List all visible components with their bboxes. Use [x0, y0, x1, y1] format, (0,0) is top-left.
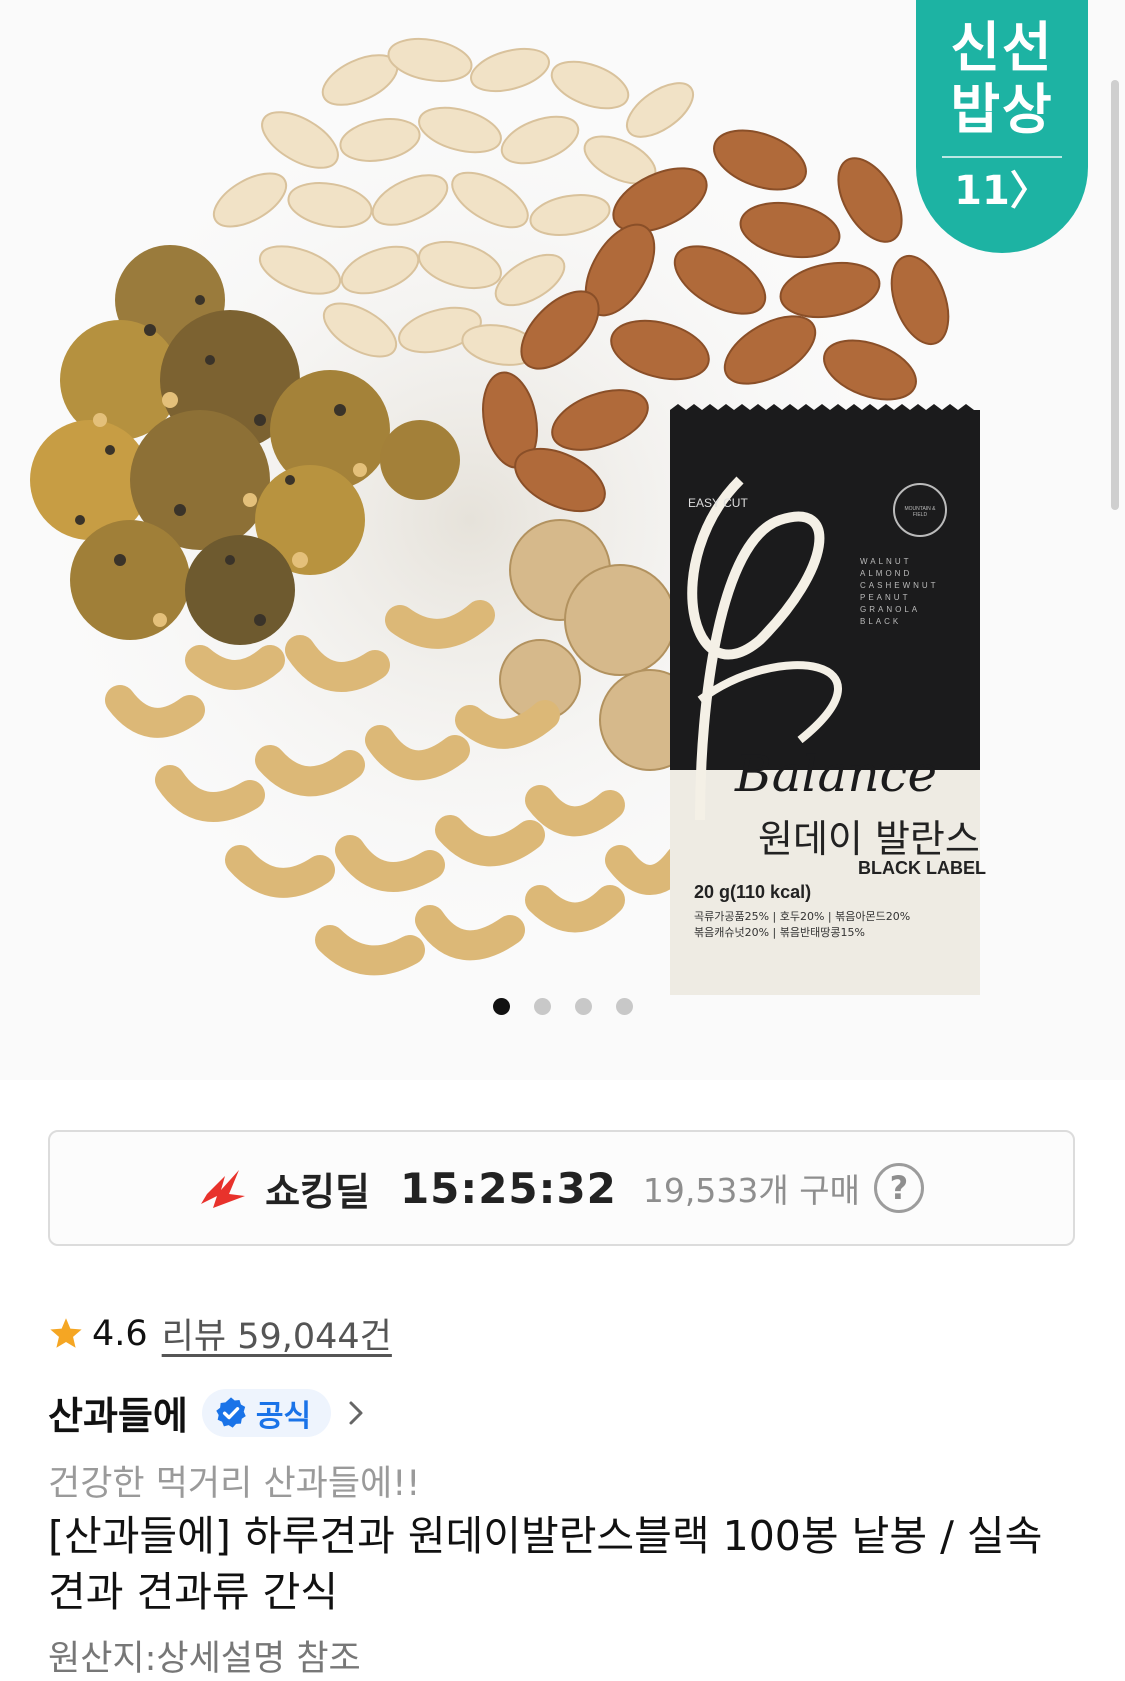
badge-line-1: 신선 [950, 16, 1054, 79]
deal-label: 쇼킹딜 [265, 1169, 370, 1214]
rating-score: 4.6 [92, 1313, 148, 1354]
package-easy-cut: EASY CUT [688, 496, 748, 510]
product-image-carousel[interactable]: EASY CUT WALNUT ALMOND CASHEWNUT PEANUT … [0, 0, 1125, 1080]
carousel-dot-3[interactable] [574, 998, 592, 1015]
package-nutrition: 20 g(110 kcal) [694, 882, 812, 902]
scrollbar-thumb[interactable] [1111, 80, 1119, 510]
official-badge: 공식 [201, 1388, 332, 1437]
badge-divider [942, 156, 1062, 158]
rating-row: 4.6 리뷰 59,044건 [48, 1308, 392, 1359]
eleven-street-logo-icon: 11〉 [954, 168, 1050, 214]
purchase-count: 19,533개 구매 [642, 1171, 860, 1210]
carousel-dot-4[interactable] [615, 998, 633, 1015]
package-seal-text: MOUNTAIN & FIELD [904, 506, 936, 518]
seller-name[interactable]: 산과들에 [48, 1385, 188, 1440]
chevron-right-icon[interactable] [345, 1397, 367, 1429]
package-product-name: 원데이 발란스 [758, 817, 980, 861]
carousel-dot-2[interactable] [533, 998, 551, 1015]
seller-tagline: 건강한 먹거리 산과들에!! [48, 1464, 421, 1504]
package-ingredient-list: WALNUT ALMOND CASHEWNUT PEANUT GRANOLA B… [860, 557, 939, 626]
review-count-link[interactable]: 리뷰 59,044건 [162, 1308, 392, 1359]
deal-countdown-timer: 15:25:32 [399, 1163, 617, 1213]
package-ingredients-2: 볶음캐슈넛20% | 볶음반태땅콩15% [694, 926, 865, 939]
official-label: 공식 [255, 1398, 312, 1434]
package-ingredients-1: 곡류가공품25% | 호두20% | 볶음아몬드20% [694, 910, 911, 923]
fresh-table-badge[interactable]: 신선 밥상 11〉 [916, 0, 1088, 253]
product-origin: 원산지:상세설명 참조 [48, 1639, 361, 1679]
verified-check-icon [216, 1396, 246, 1428]
help-question-icon[interactable]: ? [873, 1163, 924, 1213]
package-label: BLACK LABEL [858, 858, 986, 878]
package-brand-script: Balance [735, 745, 938, 803]
product-title: [산과들에] 하루견과 원데이발란스블랙 100봉 낱봉 / 실속 견과 견과류… [48, 1512, 1043, 1616]
carousel-indicator [0, 998, 1125, 1019]
seller-row[interactable]: 산과들에 공식 [48, 1385, 367, 1440]
badge-line-2: 밥상 [950, 78, 1054, 141]
carousel-dot-1[interactable] [492, 998, 510, 1015]
product-package [670, 404, 980, 995]
star-icon [50, 1317, 82, 1348]
shocking-deal-bar[interactable]: 쇼킹딜 15:25:32 19,533개 구매 ? [48, 1130, 1075, 1246]
shocking-deal-flash-icon [201, 1170, 246, 1208]
